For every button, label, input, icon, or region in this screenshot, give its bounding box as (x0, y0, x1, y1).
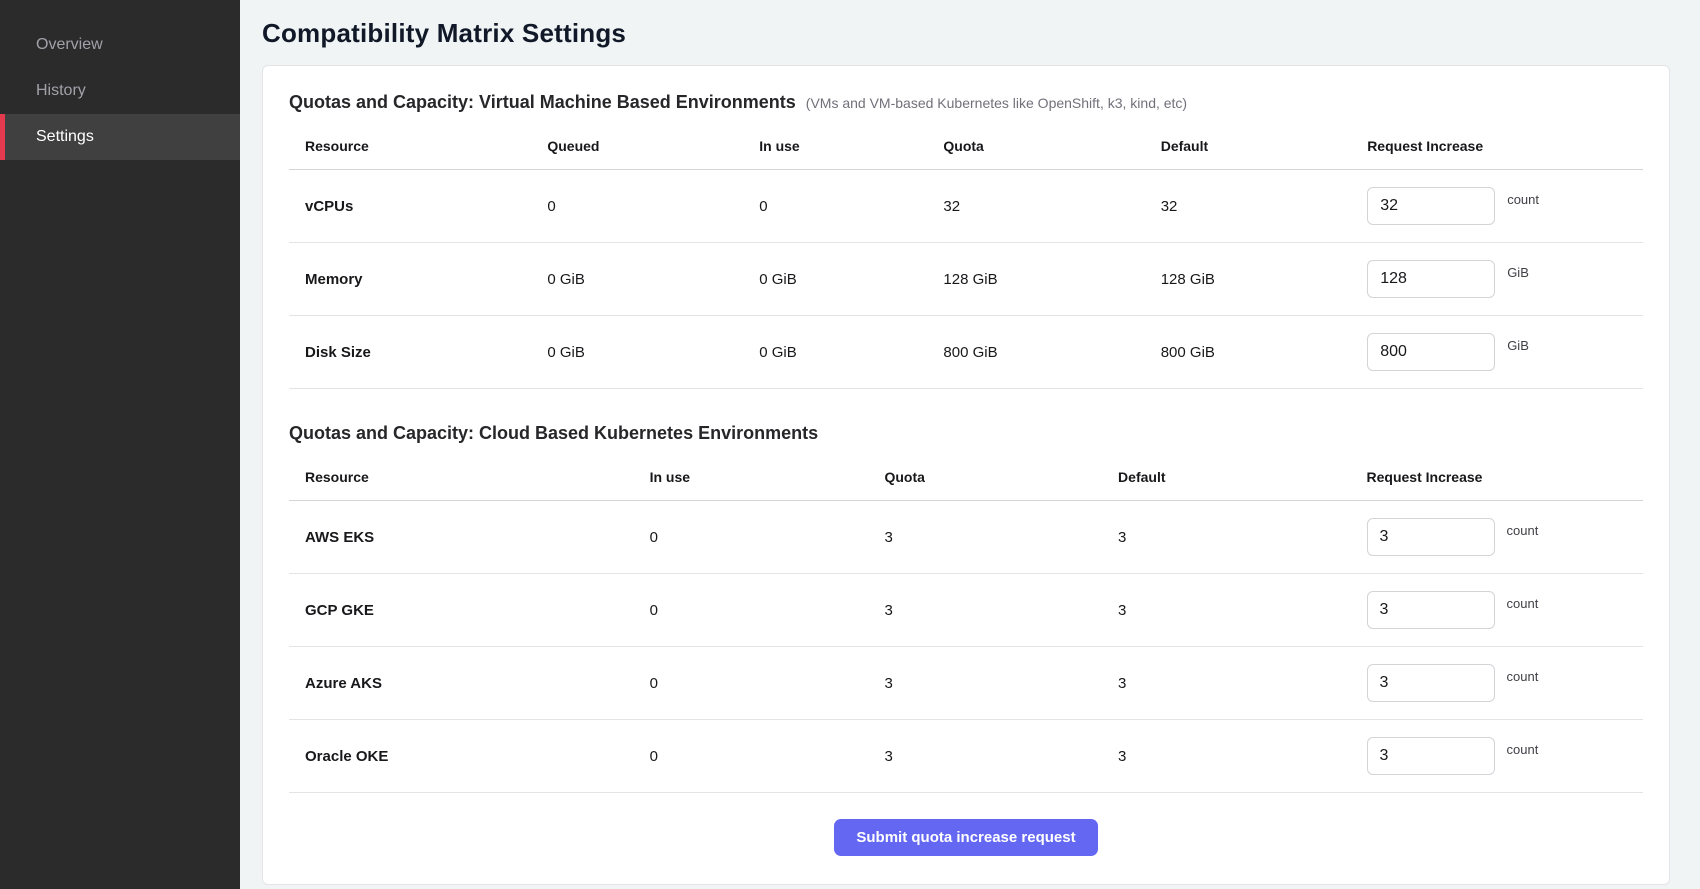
unit-label: count (1507, 669, 1539, 684)
table-row: AWS EKS 0 3 3 count (289, 501, 1643, 574)
quota-value: 128 GiB (927, 271, 1144, 288)
default-value: 3 (1102, 602, 1350, 619)
unit-label: count (1507, 523, 1539, 538)
unit-label: count (1507, 596, 1539, 611)
column-header-default: Default (1145, 125, 1351, 169)
request-increase-cell: count (1351, 664, 1644, 702)
quota-value: 32 (927, 198, 1144, 215)
unit-label: GiB (1507, 265, 1529, 280)
queued-value: 0 GiB (531, 271, 743, 288)
resource-label: Oracle OKE (289, 748, 634, 765)
table-row: Oracle OKE 0 3 3 count (289, 720, 1643, 793)
column-header-in-use: In use (743, 125, 927, 169)
table-row: Memory 0 GiB 0 GiB 128 GiB 128 GiB GiB (289, 243, 1643, 316)
cloud-quota-table: Resource In use Quota Default Request In… (289, 456, 1643, 793)
column-header-default: Default (1102, 456, 1350, 500)
sidebar-item-overview[interactable]: Overview (0, 22, 240, 68)
default-value: 3 (1102, 529, 1350, 546)
request-increase-cell: count (1351, 518, 1644, 556)
quota-value: 3 (868, 529, 1102, 546)
in-use-value: 0 GiB (743, 271, 927, 288)
submit-quota-increase-button[interactable]: Submit quota increase request (834, 819, 1097, 856)
quota-input-memory[interactable] (1367, 260, 1495, 298)
cloud-table-header-row: Resource In use Quota Default Request In… (289, 456, 1643, 501)
in-use-value: 0 (634, 602, 869, 619)
sidebar-nav: Overview History Settings (0, 22, 240, 160)
default-value: 32 (1145, 198, 1351, 215)
resource-label: Azure AKS (289, 675, 634, 692)
table-row: Disk Size 0 GiB 0 GiB 800 GiB 800 GiB Gi… (289, 316, 1643, 389)
quota-input-oracle-oke[interactable] (1367, 737, 1495, 775)
sidebar-item-settings[interactable]: Settings (0, 114, 240, 160)
resource-label: Memory (289, 271, 531, 288)
sidebar: Overview History Settings (0, 0, 240, 889)
sidebar-item-history[interactable]: History (0, 68, 240, 114)
quota-value: 3 (868, 602, 1102, 619)
submit-area: Submit quota increase request (289, 793, 1643, 862)
vm-section-title: Quotas and Capacity: Virtual Machine Bas… (289, 92, 796, 113)
quota-value: 800 GiB (927, 344, 1144, 361)
column-header-queued: Queued (531, 125, 743, 169)
quota-value: 3 (868, 748, 1102, 765)
in-use-value: 0 (634, 529, 869, 546)
in-use-value: 0 (743, 198, 927, 215)
resource-label: AWS EKS (289, 529, 634, 546)
table-row: vCPUs 0 0 32 32 count (289, 170, 1643, 243)
vm-table-header-row: Resource Queued In use Quota Default Req… (289, 125, 1643, 170)
unit-label: GiB (1507, 338, 1529, 353)
quota-value: 3 (868, 675, 1102, 692)
request-increase-cell: GiB (1351, 333, 1643, 371)
page-title: Compatibility Matrix Settings (262, 18, 1670, 49)
column-header-in-use: In use (634, 456, 869, 500)
in-use-value: 0 (634, 675, 869, 692)
cloud-section-title: Quotas and Capacity: Cloud Based Kuberne… (289, 423, 1643, 444)
column-header-resource: Resource (289, 456, 634, 500)
in-use-value: 0 GiB (743, 344, 927, 361)
table-row: GCP GKE 0 3 3 count (289, 574, 1643, 647)
request-increase-cell: count (1351, 737, 1644, 775)
main-content: Compatibility Matrix Settings Quotas and… (240, 0, 1700, 889)
quota-input-aws-eks[interactable] (1367, 518, 1495, 556)
quota-input-azure-aks[interactable] (1367, 664, 1495, 702)
quota-input-gcp-gke[interactable] (1367, 591, 1495, 629)
quota-input-vcpus[interactable] (1367, 187, 1495, 225)
request-increase-cell: GiB (1351, 260, 1643, 298)
unit-label: count (1507, 192, 1539, 207)
settings-card: Quotas and Capacity: Virtual Machine Bas… (262, 65, 1670, 885)
queued-value: 0 (531, 198, 743, 215)
request-increase-cell: count (1351, 591, 1644, 629)
vm-section-header: Quotas and Capacity: Virtual Machine Bas… (289, 92, 1643, 113)
resource-label: Disk Size (289, 344, 531, 361)
resource-label: GCP GKE (289, 602, 634, 619)
vm-quota-table: Resource Queued In use Quota Default Req… (289, 125, 1643, 389)
queued-value: 0 GiB (531, 344, 743, 361)
in-use-value: 0 (634, 748, 869, 765)
vm-section-subtitle: (VMs and VM-based Kubernetes like OpenSh… (806, 95, 1187, 111)
default-value: 800 GiB (1145, 344, 1351, 361)
quota-input-disk-size[interactable] (1367, 333, 1495, 371)
resource-label: vCPUs (289, 198, 531, 215)
column-header-quota: Quota (927, 125, 1144, 169)
default-value: 3 (1102, 675, 1350, 692)
request-increase-cell: count (1351, 187, 1643, 225)
table-row: Azure AKS 0 3 3 count (289, 647, 1643, 720)
default-value: 128 GiB (1145, 271, 1351, 288)
unit-label: count (1507, 742, 1539, 757)
column-header-request-increase: Request Increase (1351, 125, 1643, 169)
app-root: Overview History Settings Compatibility … (0, 0, 1700, 889)
default-value: 3 (1102, 748, 1350, 765)
column-header-request-increase: Request Increase (1351, 456, 1644, 500)
column-header-quota: Quota (868, 456, 1102, 500)
column-header-resource: Resource (289, 125, 531, 169)
